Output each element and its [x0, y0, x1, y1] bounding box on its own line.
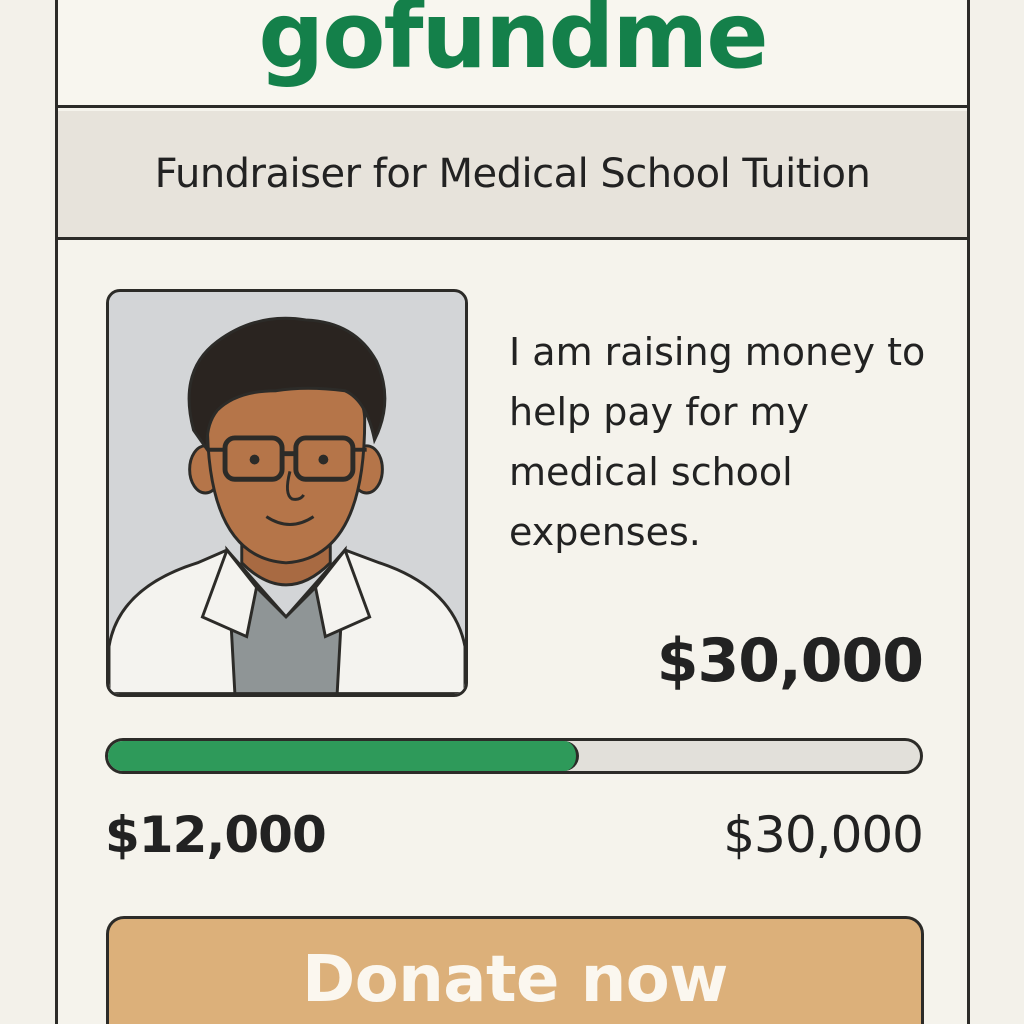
header: gofundme	[58, 0, 967, 108]
donate-button[interactable]: Donate now	[106, 916, 924, 1024]
goal-amount: $30,000	[656, 626, 924, 696]
progress-bar	[105, 738, 923, 774]
campaign-title: Fundraiser for Medical School Tuition	[154, 151, 871, 197]
fundraiser-page: gofundme Fundraiser for Medical School T…	[0, 0, 1024, 1024]
donate-button-label: Donate now	[302, 943, 728, 1017]
progress-fill	[108, 741, 579, 771]
campaign-description: I am raising money to help pay for my me…	[509, 330, 926, 554]
campaign-photo	[106, 289, 468, 697]
campaign-card: gofundme Fundraiser for Medical School T…	[55, 0, 970, 1024]
raised-amount: $12,000	[105, 806, 327, 864]
title-bar: Fundraiser for Medical School Tuition	[58, 111, 967, 240]
gofundme-logo[interactable]: gofundme	[58, 0, 967, 89]
doctor-portrait-icon	[109, 292, 465, 694]
goal-amount-label: $30,000	[723, 806, 924, 864]
